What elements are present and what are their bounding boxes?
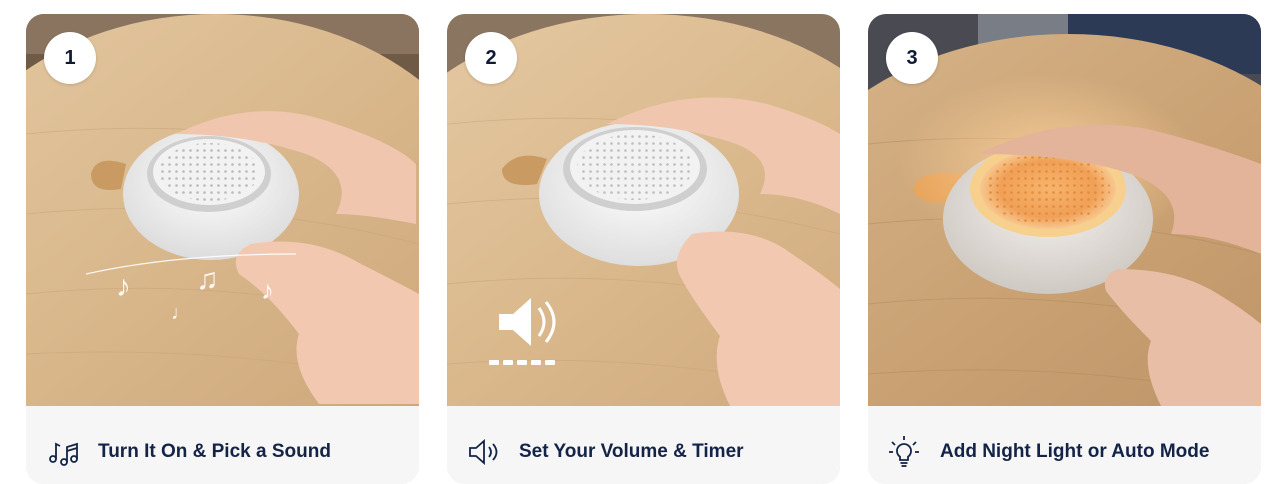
step-card-3: 3 Add Night Light or Auto Mode [868, 14, 1261, 484]
step-card-2: 2 Set Your Volume & Timer [447, 14, 840, 484]
step-card-1: ♪ ♫ ♪ ♩ 1 Turn It On & Pick a Sound [26, 14, 419, 484]
step-caption: Add Night Light or Auto Mode [868, 406, 1261, 484]
music-notes-icon [49, 442, 78, 466]
svg-text:♪: ♪ [261, 275, 274, 305]
step-number-badge: 2 [465, 32, 517, 84]
step-number-badge: 1 [44, 32, 96, 84]
step-caption: Set Your Volume & Timer [447, 406, 840, 484]
step-title: Add Night Light or Auto Mode [940, 441, 1210, 462]
svg-text:♫: ♫ [196, 263, 219, 296]
light-bulb-icon [889, 436, 919, 467]
step-number-badge: 3 [886, 32, 938, 84]
step-title: Set Your Volume & Timer [519, 441, 744, 462]
svg-text:♪: ♪ [116, 270, 131, 303]
svg-text:♩: ♩ [171, 302, 191, 324]
speaker-volume-icon [469, 439, 498, 465]
step-caption: Turn It On & Pick a Sound [26, 406, 419, 484]
step-title: Turn It On & Pick a Sound [98, 441, 331, 462]
